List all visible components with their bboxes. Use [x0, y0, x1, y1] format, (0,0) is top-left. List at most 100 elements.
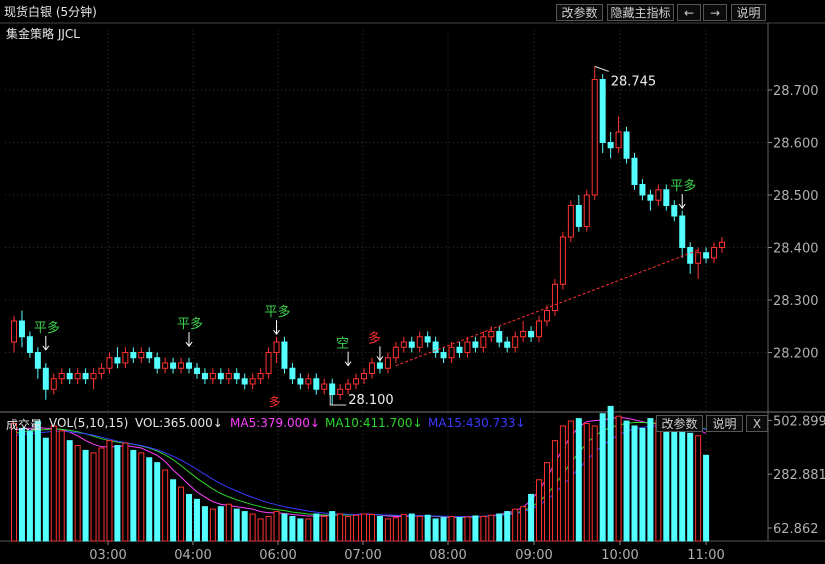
volume-bar: [623, 420, 630, 542]
volume-bar: [384, 518, 391, 542]
volume-tick-label: 282.881: [773, 468, 825, 483]
signal-label: 平多: [265, 304, 291, 320]
candle-body: [583, 194, 590, 227]
volume-bar: [170, 479, 177, 542]
volume-bar: [671, 427, 678, 542]
volume-bar: [687, 432, 694, 542]
volume-bar: [663, 425, 670, 542]
candle-body: [42, 367, 49, 390]
price-tick-label: 28.500: [773, 189, 819, 204]
help-button[interactable]: 说明: [731, 4, 766, 21]
candle-body: [559, 236, 566, 285]
candle-body: [488, 331, 495, 338]
candle-body: [193, 367, 200, 374]
candle-body: [50, 378, 57, 390]
volume-bar: [679, 430, 686, 542]
volume-bar: [512, 508, 519, 542]
price-tick-label: 28.400: [773, 242, 819, 257]
volume-bar: [567, 420, 574, 542]
candle-body: [233, 373, 240, 380]
volume-bar: [551, 440, 558, 542]
vol-help-button[interactable]: 说明: [706, 415, 743, 432]
signal-label: 多: [368, 330, 381, 346]
candle-body: [528, 331, 535, 338]
candle-body: [655, 189, 662, 201]
candle-body: [687, 247, 694, 264]
candle-body: [82, 373, 89, 380]
volume-bar: [233, 508, 240, 542]
price-tick-label: 28.700: [773, 84, 819, 99]
volume-bar: [66, 440, 73, 542]
volume-bar: [82, 449, 89, 542]
volume-bar: [42, 437, 49, 542]
volume-bar: [695, 435, 702, 542]
arrow-right-icon[interactable]: →: [703, 4, 727, 21]
candle-body: [551, 283, 558, 311]
price-tick-label: 28.300: [773, 294, 819, 309]
candle-body: [74, 373, 81, 380]
volume-bar: [472, 515, 479, 542]
candle-body: [536, 320, 543, 338]
candle-body: [384, 357, 391, 369]
volume-bar: [138, 452, 145, 542]
close-icon[interactable]: X: [746, 415, 768, 432]
price-tick-label: 28.200: [773, 347, 819, 362]
candle-body: [26, 336, 33, 353]
volume-bar: [146, 457, 153, 542]
volume-bar: [559, 425, 566, 542]
candle-body: [273, 341, 280, 353]
price-tick-label: 28.600: [773, 137, 819, 152]
volume-bar: [599, 413, 606, 542]
time-tick-label: 10:00: [601, 548, 638, 563]
volume-bar: [583, 423, 590, 542]
candle-body: [249, 378, 256, 385]
volume-bar: [18, 427, 25, 542]
volume-bar: [408, 513, 415, 542]
candle-body: [98, 367, 105, 374]
candle-body: [376, 362, 383, 369]
edit-params-button[interactable]: 改参数: [556, 4, 603, 21]
arrow-left-icon[interactable]: ←: [677, 4, 701, 21]
candle-body: [265, 352, 272, 374]
volume-bar: [345, 515, 352, 542]
candle-body: [480, 336, 487, 348]
volume-bar: [90, 452, 97, 542]
volume-bar: [209, 508, 216, 542]
volume-bar: [353, 514, 360, 542]
ma5-arrow: ↓: [309, 416, 320, 430]
candle-body: [257, 373, 264, 380]
volume-bar: [448, 515, 455, 542]
candle-body: [424, 336, 431, 343]
candle-body: [504, 341, 511, 348]
ma15-value-text: MA15:430.733: [428, 416, 516, 430]
candle-body: [711, 247, 718, 259]
volume-bar: [305, 518, 312, 542]
candle-body: [289, 367, 296, 380]
candles: [11, 66, 725, 405]
volume-bar: [536, 479, 543, 542]
volume-bar: [329, 511, 336, 542]
volume-bar: [26, 430, 33, 542]
candle-body: [591, 79, 598, 196]
candle-body: [209, 373, 216, 380]
volume-bar: [361, 513, 368, 542]
volume-bar: [193, 498, 200, 542]
signal-label: 空: [336, 337, 349, 352]
candle-body: [575, 205, 582, 227]
vol-edit-params-button[interactable]: 改参数: [656, 415, 703, 432]
volume-bar: [543, 462, 550, 542]
hide-main-indicator-button[interactable]: 隐藏主指标: [607, 4, 674, 21]
volume-bar: [34, 420, 41, 542]
volume-bar: [480, 515, 487, 542]
candle-body: [703, 252, 710, 259]
volume-tick-label: 62.862: [773, 522, 819, 537]
volume-bar: [74, 445, 81, 542]
high-price-label: 28.745: [611, 74, 657, 89]
volume-bar: [368, 514, 375, 542]
candle-body: [408, 341, 415, 348]
volume-bar: [313, 513, 320, 542]
volume-bar: [154, 462, 161, 542]
candle-body: [631, 157, 638, 185]
low-price-label: 28.100: [348, 393, 394, 408]
candle-body: [321, 383, 328, 390]
